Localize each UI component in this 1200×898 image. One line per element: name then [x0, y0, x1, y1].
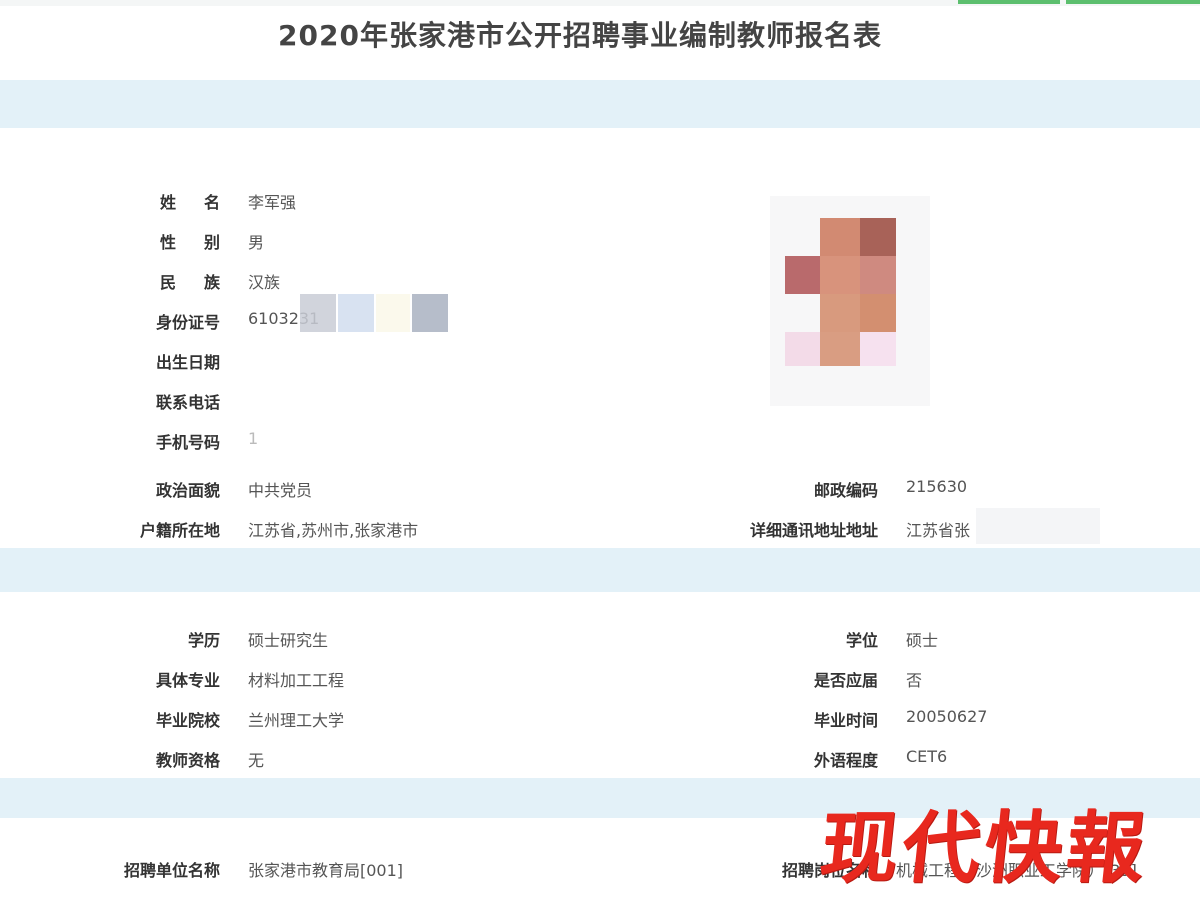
mobile-value: 1	[248, 429, 259, 448]
fresh-graduate-label: 是否应届	[813, 671, 878, 690]
graduation-date-value: 20050627	[906, 707, 988, 726]
name-value: 李军强	[248, 193, 297, 212]
address-label: 详细通讯地址地址	[749, 521, 878, 540]
language-level-label: 外语程度	[813, 751, 878, 770]
major-value: 材料加工工程	[248, 671, 345, 690]
gender-label: 性别	[159, 233, 248, 252]
applicant-photo	[770, 196, 930, 406]
gender-value: 男	[248, 233, 265, 252]
watermark-logo: 现代快報	[816, 786, 1197, 894]
graduation-date-label: 毕业时间	[813, 711, 878, 730]
top-green-tab[interactable]	[958, 0, 1060, 4]
address-mosaic	[976, 508, 1100, 544]
degree-label: 学位	[845, 631, 878, 650]
birth-date-label: 出生日期	[155, 353, 220, 372]
teacher-cert-value: 无	[248, 751, 265, 770]
mobile-label: 手机号码	[155, 433, 220, 452]
language-level-value: CET6	[906, 747, 948, 766]
school-value: 兰州理工大学	[248, 711, 345, 730]
recruit-unit-label: 招聘单位名称	[123, 861, 220, 880]
top-status-bar	[0, 0, 1200, 6]
id-number-mosaic	[300, 294, 450, 332]
name-label: 姓名	[159, 193, 248, 212]
ethnicity-value: 汉族	[248, 273, 281, 292]
phone-label: 联系电话	[155, 393, 220, 412]
political-status-value: 中共党员	[248, 481, 313, 500]
id-number-label: 身份证号	[155, 313, 220, 332]
postal-code-label: 邮政编码	[813, 481, 878, 500]
address-value: 江苏省张	[906, 521, 971, 540]
page-title: 2020年张家港市公开招聘事业编制教师报名表	[278, 19, 882, 52]
ethnicity-label: 民族	[159, 273, 248, 292]
education-value: 硕士研究生	[248, 631, 329, 650]
watermark-text: 现代快報	[815, 803, 1154, 894]
degree-value: 硕士	[906, 631, 939, 650]
household-label: 户籍所在地	[139, 521, 220, 540]
school-label: 毕业院校	[155, 711, 220, 730]
section-header-personal	[0, 80, 1200, 128]
top-green-tab[interactable]	[1066, 0, 1200, 4]
political-status-label: 政治面貌	[155, 481, 220, 500]
teacher-cert-label: 教师资格	[155, 751, 220, 770]
major-label: 具体专业	[155, 671, 220, 690]
postal-code-value: 215630	[906, 477, 968, 496]
household-value: 江苏省,苏州市,张家港市	[248, 521, 419, 540]
fresh-graduate-value: 否	[906, 671, 923, 690]
education-label: 学历	[187, 631, 220, 650]
section-header-education	[0, 548, 1200, 592]
recruit-unit-value: 张家港市教育局[001]	[248, 861, 404, 880]
